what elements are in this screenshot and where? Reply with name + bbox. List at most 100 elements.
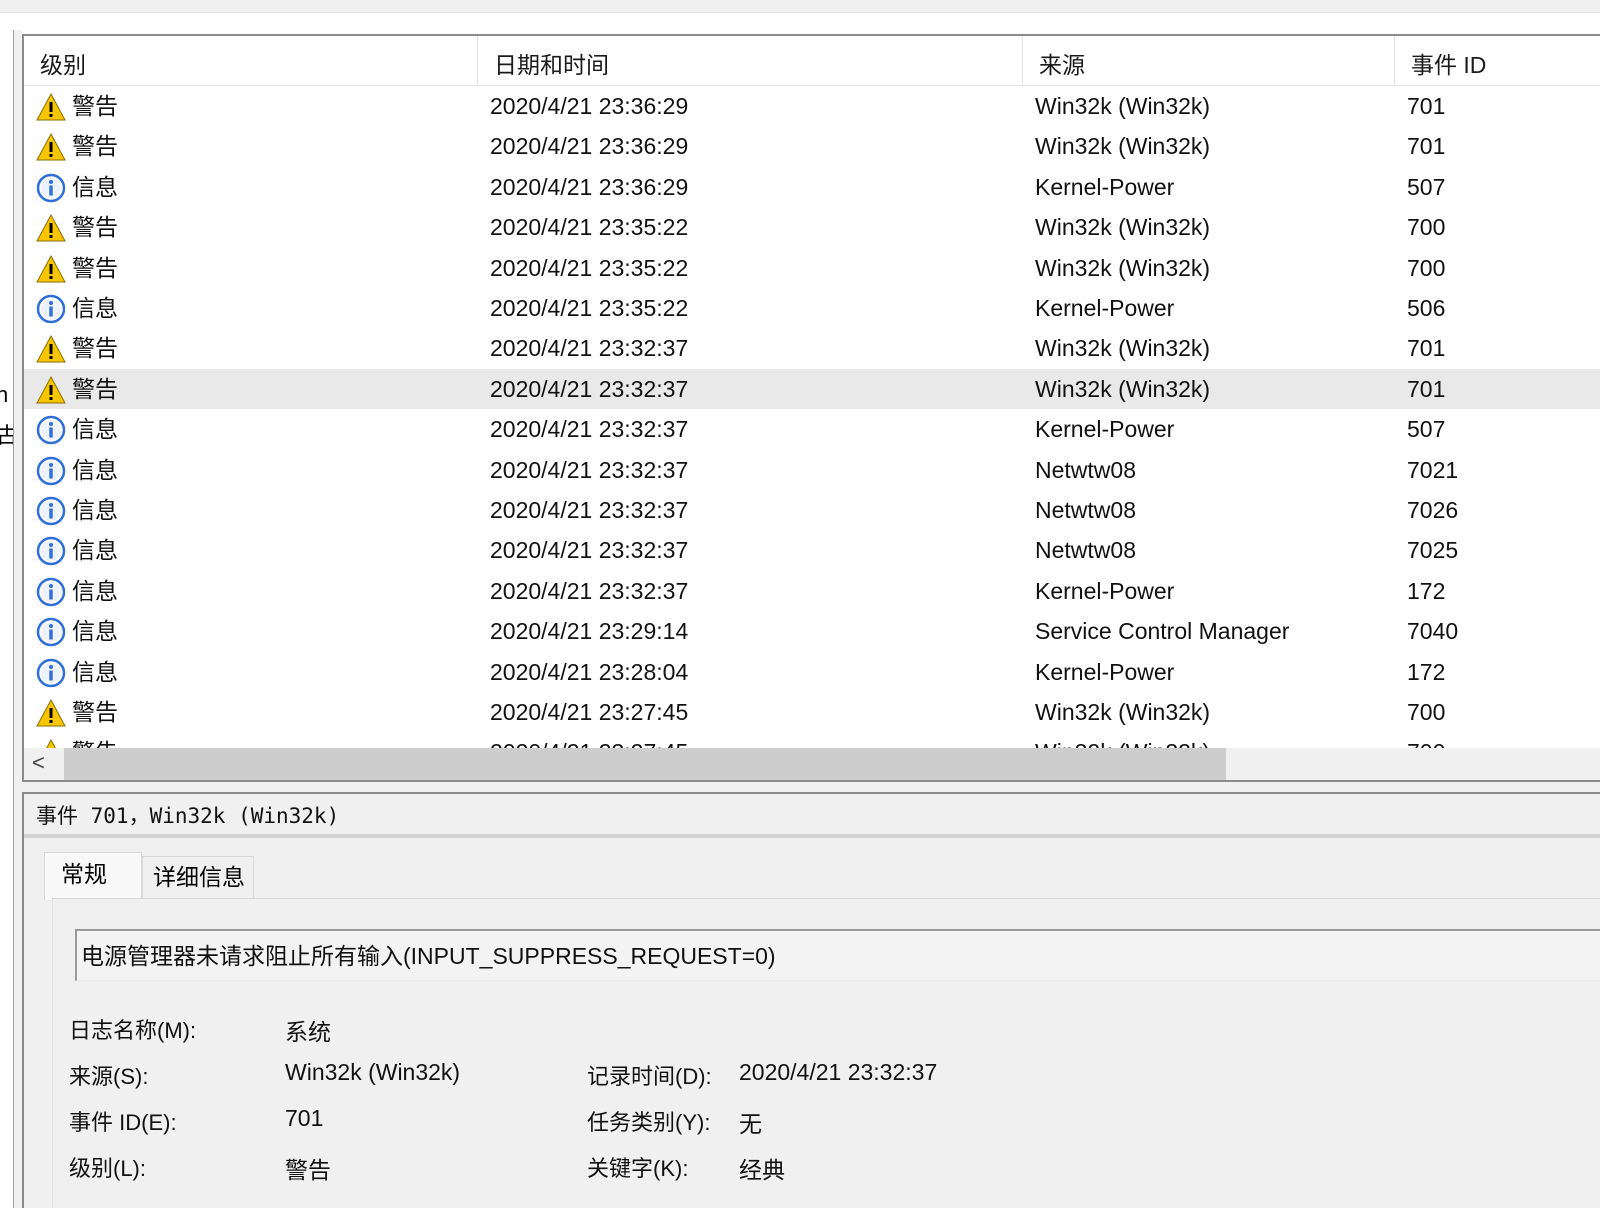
table-row[interactable]: 警告 2020/4/21 23:32:37 Win32k (Win32k) 701 [24,328,1600,368]
column-header-source[interactable]: 来源 [1023,36,1395,86]
date-cell: 2020/4/21 23:32:37 [490,335,689,362]
pane-splitter[interactable] [22,782,1600,792]
event-id-cell: 700 [1407,214,1446,241]
info-icon [36,456,66,486]
event-id-cell: 507 [1407,416,1446,443]
event-id-cell: 7040 [1407,618,1459,645]
date-cell: 2020/4/21 23:32:37 [490,577,689,604]
date-cell: 2020/4/21 23:35:22 [490,254,689,281]
source-value: Win32k (Win32k) [285,1059,461,1085]
table-row[interactable]: 信息 2020/4/21 23:35:22 Kernel-Power 506 [24,288,1600,328]
date-cell: 2020/4/21 23:36:29 [490,173,689,200]
info-icon [36,496,66,526]
table-row[interactable]: 信息 2020/4/21 23:32:37 Kernel-Power 172 [24,571,1600,611]
date-cell: 2020/4/21 23:27:45 [490,732,688,748]
level-text: 信息 [72,295,118,321]
scrollbar-thumb[interactable] [64,748,1226,780]
event-id-cell: 7026 [1407,497,1459,523]
log-name-label: 日志名称(M): [69,1018,197,1043]
task-category-value: 无 [739,1111,762,1137]
source-cell: Kernel-Power [1035,416,1175,443]
date-cell: 2020/4/21 23:32:37 [490,537,689,564]
date-cell: 2020/4/21 23:36:29 [490,133,689,160]
level-text: 信息 [72,456,118,483]
source-label: 来源(S): [69,1064,149,1089]
tab-general[interactable]: 常规 [44,852,142,900]
level-text: 信息 [72,658,118,685]
level-value: 警告 [285,1157,331,1183]
column-header-level[interactable]: 级别 [24,36,478,86]
pane-gutter [14,30,22,1208]
warning-icon [36,132,66,162]
date-cell: 2020/4/21 23:27:45 [490,699,689,725]
event-id-cell: 506 [1407,295,1446,321]
info-icon [36,577,66,607]
event-description[interactable]: 电源管理器未请求阻止所有输入(INPUT_SUPPRESS_REQUEST=0) [75,929,1600,981]
event-rows: 警告 2020/4/21 23:36:29 Win32k (Win32k) 701 警告… [24,86,1600,748]
event-id-cell: 701 [1407,335,1446,362]
keywords-value: 经典 [739,1157,785,1183]
date-cell: 2020/4/21 23:35:22 [490,295,689,321]
event-id-cell: 700 [1407,732,1445,748]
source-cell: Netwtw08 [1035,537,1136,564]
warning-icon [36,738,66,748]
event-id-cell: 700 [1407,254,1446,281]
source-cell: Win32k (Win32k) [1035,699,1211,725]
details-title-divider [24,834,1600,838]
table-row[interactable]: 警告 2020/4/21 23:35:22 Win32k (Win32k) 700 [24,248,1600,288]
table-row[interactable]: 警告 2020/4/21 23:36:29 Win32k (Win32k) 701 [24,126,1600,166]
event-id-cell: 507 [1407,173,1446,200]
table-row[interactable]: 信息 2020/4/21 23:32:37 Netwtw08 7026 [24,490,1600,530]
event-id-cell: 701 [1407,133,1446,160]
source-cell: Kernel-Power [1035,577,1175,604]
level-label: 级别(L): [69,1156,147,1181]
level-text: 警告 [72,93,118,119]
source-cell: Win32k (Win32k) [1035,335,1211,362]
table-row[interactable]: 警告 2020/4/21 23:36:29 Win32k (Win32k) 701 [24,86,1600,126]
source-cell: Win32k (Win32k) [1035,133,1211,160]
horizontal-scrollbar[interactable]: < [24,748,1600,780]
source-cell: Win32k (Win32k) [1035,214,1211,241]
table-row[interactable]: 警告 2020/4/21 23:35:22 Win32k (Win32k) 700 [24,207,1600,247]
warning-icon [36,92,66,122]
info-icon [36,536,66,566]
general-tab-body: 电源管理器未请求阻止所有输入(INPUT_SUPPRESS_REQUEST=0)… [52,898,1600,1208]
logged-label: 记录时间(D): [587,1064,712,1089]
table-row[interactable]: 信息 2020/4/21 23:32:37 Kernel-Power 507 [24,409,1600,449]
level-text: 信息 [72,618,118,645]
info-icon [36,294,66,324]
table-row[interactable]: 信息 2020/4/21 23:36:29 Kernel-Power 507 [24,167,1600,207]
table-row[interactable]: 警告 2020/4/21 23:27:45 Win32k (Win32k) 700 [24,732,1600,748]
table-row[interactable]: 信息 2020/4/21 23:29:14 Service Control Mana… [24,611,1600,651]
table-row[interactable]: 信息 2020/4/21 23:32:37 Netwtw08 7021 [24,450,1600,490]
date-cell: 2020/4/21 23:29:14 [490,618,689,645]
table-row[interactable]: 信息 2020/4/21 23:32:37 Netwtw08 7025 [24,530,1600,570]
tab-details[interactable]: 详细信息 [142,856,254,898]
column-header-date[interactable]: 日期和时间 [478,36,1023,86]
column-header-event-id[interactable]: 事件 ID [1395,36,1600,86]
event-id-cell: 172 [1407,577,1446,604]
event-id-cell: 700 [1407,699,1446,725]
info-icon [36,173,66,203]
level-text: 警告 [72,732,118,748]
table-row-selected[interactable]: 警告 2020/4/21 23:32:37 Win32k (Win32k) 701 [24,368,1600,410]
date-cell: 2020/4/21 23:32:37 [490,497,689,523]
level-text: 信息 [72,416,118,443]
date-cell: 2020/4/21 23:35:22 [490,214,689,241]
source-cell: Kernel-Power [1035,658,1175,685]
source-cell: Win32k (Win32k) [1035,93,1211,119]
level-text: 警告 [72,335,118,362]
warning-icon [36,254,66,284]
table-row[interactable]: 警告 2020/4/21 23:27:45 Win32k (Win32k) 700 [24,692,1600,732]
source-cell: Win32k (Win32k) [1035,375,1211,402]
info-icon [36,658,66,688]
source-cell: Kernel-Power [1035,173,1175,200]
table-row[interactable]: 信息 2020/4/21 23:28:04 Kernel-Power 172 [24,652,1600,692]
event-list: 级别 日期和时间 来源 事件 ID 警告 2020/4/21 23:36:29 Wi… [22,34,1600,782]
keywords-label: 关键字(K): [587,1156,689,1181]
event-details-pane: 事件 701，Win32k (Win32k) 常规 详细信息 电源管理器未请求阻… [22,792,1600,1208]
scroll-left-button[interactable]: < [32,750,45,776]
nav-text-fragment: n [0,382,8,408]
source-cell: Netwtw08 [1035,456,1136,483]
list-header: 级别 日期和时间 来源 事件 ID [24,36,1600,86]
